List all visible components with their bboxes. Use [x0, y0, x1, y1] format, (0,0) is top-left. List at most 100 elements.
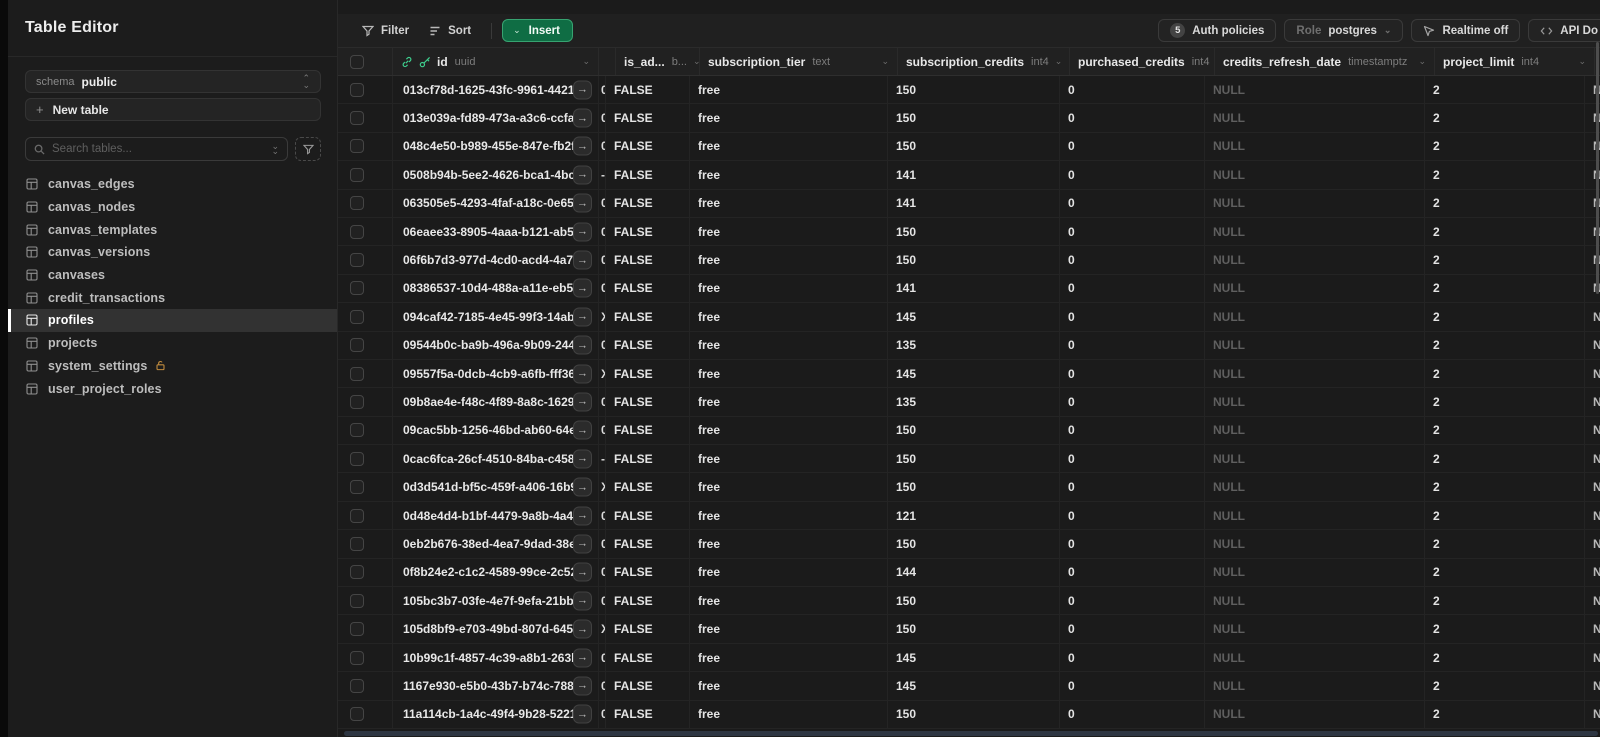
cell-id[interactable]: 09557f5a-0dcb-4cb9-a6fb-fff366... → [393, 359, 599, 388]
cell-refresh[interactable]: NULL [1205, 615, 1425, 643]
cell-refresh[interactable]: NULL [1205, 672, 1425, 700]
cell-id[interactable]: 06f6b7d3-977d-4cd0-acd4-4a78... → [393, 246, 599, 274]
cell-last[interactable]: NU [1585, 701, 1600, 728]
expand-row-button[interactable]: → [573, 307, 592, 327]
cell-is_admin[interactable]: FALSE [606, 161, 690, 189]
expand-row-button[interactable]: → [573, 165, 592, 185]
cell-credits[interactable]: 141 [888, 161, 1060, 189]
cell-limit[interactable]: 2 [1425, 501, 1585, 530]
cell-limit[interactable]: 2 [1425, 700, 1585, 728]
cell-frag[interactable]: 0C [599, 587, 606, 615]
column-header-project_limit[interactable]: project_limit int4 ⌄ [1435, 48, 1595, 75]
cell-is_admin[interactable]: FALSE [606, 558, 690, 587]
cell-id[interactable]: 0508b94b-5ee2-4626-bca1-4bca... → [393, 161, 599, 189]
cell-tier[interactable]: free [690, 473, 888, 501]
cell-purchased[interactable]: 0 [1060, 615, 1205, 643]
cell-is_admin[interactable]: FALSE [606, 672, 690, 700]
row-checkbox[interactable] [350, 111, 364, 126]
cell-purchased[interactable]: 0 [1060, 161, 1205, 189]
cell-id[interactable]: 11a114cb-1a4c-49f4-9b28-52219ec... → [393, 700, 599, 728]
cell-refresh[interactable]: NULL [1205, 132, 1425, 161]
cell-limit[interactable]: 2 [1425, 161, 1585, 189]
cell-frag[interactable]: 0( [599, 388, 606, 416]
cell-purchased[interactable]: 0 [1060, 445, 1205, 473]
cell-last[interactable]: NU [1585, 587, 1600, 614]
sidebar-item-canvas_edges[interactable]: canvas_edges [8, 173, 337, 196]
cell-is_admin[interactable]: FALSE [606, 501, 690, 530]
expand-row-button[interactable]: → [573, 250, 592, 270]
cell-refresh[interactable]: NULL [1205, 501, 1425, 530]
cell-purchased[interactable]: 0 [1060, 189, 1205, 217]
cell-refresh[interactable]: NULL [1205, 558, 1425, 587]
cell-is_admin[interactable]: FALSE [606, 303, 690, 331]
expand-row-button[interactable]: → [573, 136, 592, 156]
cell-tier[interactable]: free [690, 501, 888, 530]
cell-tier[interactable]: free [690, 161, 888, 189]
cell-last[interactable]: NU [1585, 417, 1600, 444]
expand-row-button[interactable]: → [573, 506, 592, 526]
search-tables-input[interactable] [52, 143, 272, 155]
cell-limit[interactable]: 2 [1425, 473, 1585, 501]
cell-limit[interactable]: 2 [1425, 189, 1585, 217]
cell-last[interactable]: NU [1585, 303, 1600, 330]
cell-refresh[interactable]: NULL [1205, 473, 1425, 501]
cell-id[interactable]: 105bc3b7-03fe-4e7f-9efa-21bb40... → [393, 587, 599, 615]
expand-row-button[interactable]: → [573, 477, 592, 497]
expand-row-button[interactable]: → [573, 222, 592, 242]
cell-credits[interactable]: 144 [888, 558, 1060, 587]
cell-refresh[interactable]: NULL [1205, 643, 1425, 672]
cell-id[interactable]: 0cac6fca-26cf-4510-84ba-c4580... → [393, 445, 599, 473]
column-header-credits_refresh_date[interactable]: credits_refresh_date timestamptz ⌄ [1215, 48, 1435, 75]
cell-limit[interactable]: 2 [1425, 331, 1585, 359]
cell-purchased[interactable]: 0 [1060, 104, 1205, 132]
sidebar-item-projects[interactable]: projects [8, 332, 337, 355]
expand-row-button[interactable]: → [573, 534, 592, 554]
insert-button[interactable]: ⌄ Insert [502, 19, 573, 42]
cell-frag[interactable]: 0( [599, 558, 606, 587]
cell-tier[interactable]: free [690, 558, 888, 587]
row-checkbox[interactable] [350, 366, 364, 381]
sidebar-item-canvas_nodes[interactable]: canvas_nodes [8, 196, 337, 219]
row-checkbox[interactable] [350, 536, 364, 551]
cell-purchased[interactable]: 0 [1060, 530, 1205, 558]
cell-is_admin[interactable]: FALSE [606, 359, 690, 388]
cell-purchased[interactable]: 0 [1060, 246, 1205, 274]
cell-frag[interactable]: X [599, 473, 606, 501]
sidebar-item-user_project_roles[interactable]: user_project_roles [8, 377, 337, 400]
row-checkbox[interactable] [350, 309, 364, 324]
new-table-button[interactable]: + New table [25, 98, 321, 121]
cell-id[interactable]: 0d48e4d4-b1bf-4479-9a8b-4a4b... → [393, 501, 599, 530]
cell-id[interactable]: 1167e930-e5b0-43b7-b74c-788c9... → [393, 672, 599, 700]
cell-last[interactable]: NU [1585, 644, 1600, 671]
cell-refresh[interactable]: NULL [1205, 388, 1425, 416]
cell-frag[interactable]: -C [599, 161, 606, 189]
cell-last[interactable]: NU [1585, 332, 1600, 359]
expand-row-button[interactable]: → [573, 562, 592, 582]
cell-tier[interactable]: free [690, 246, 888, 274]
cell-frag[interactable]: X [599, 615, 606, 643]
cell-refresh[interactable]: NULL [1205, 246, 1425, 274]
cell-limit[interactable]: 2 [1425, 303, 1585, 331]
cell-tier[interactable]: free [690, 700, 888, 728]
horizontal-scrollbar[interactable] [344, 731, 1598, 736]
row-checkbox[interactable] [350, 678, 364, 693]
row-checkbox[interactable] [350, 451, 364, 466]
expand-row-button[interactable]: → [573, 619, 592, 639]
cell-limit[interactable]: 2 [1425, 615, 1585, 643]
row-checkbox[interactable] [350, 167, 364, 182]
sidebar-item-system_settings[interactable]: system_settings [8, 355, 337, 378]
expand-row-button[interactable]: → [573, 193, 592, 213]
cell-frag[interactable]: 0 [599, 416, 606, 445]
cell-last[interactable]: NU [1585, 672, 1600, 699]
cell-limit[interactable]: 2 [1425, 359, 1585, 388]
column-header-subscription_credits[interactable]: subscription_credits int4 ⌄ [898, 48, 1070, 75]
column-header-select[interactable] [338, 48, 393, 75]
cell-tier[interactable]: free [690, 416, 888, 445]
cell-tier[interactable]: free [690, 445, 888, 473]
cell-tier[interactable]: free [690, 217, 888, 246]
cell-is_admin[interactable]: FALSE [606, 189, 690, 217]
cell-is_admin[interactable]: FALSE [606, 416, 690, 445]
cell-frag[interactable]: 0C [599, 132, 606, 161]
expand-row-button[interactable]: → [573, 335, 592, 355]
row-checkbox[interactable] [350, 707, 364, 722]
